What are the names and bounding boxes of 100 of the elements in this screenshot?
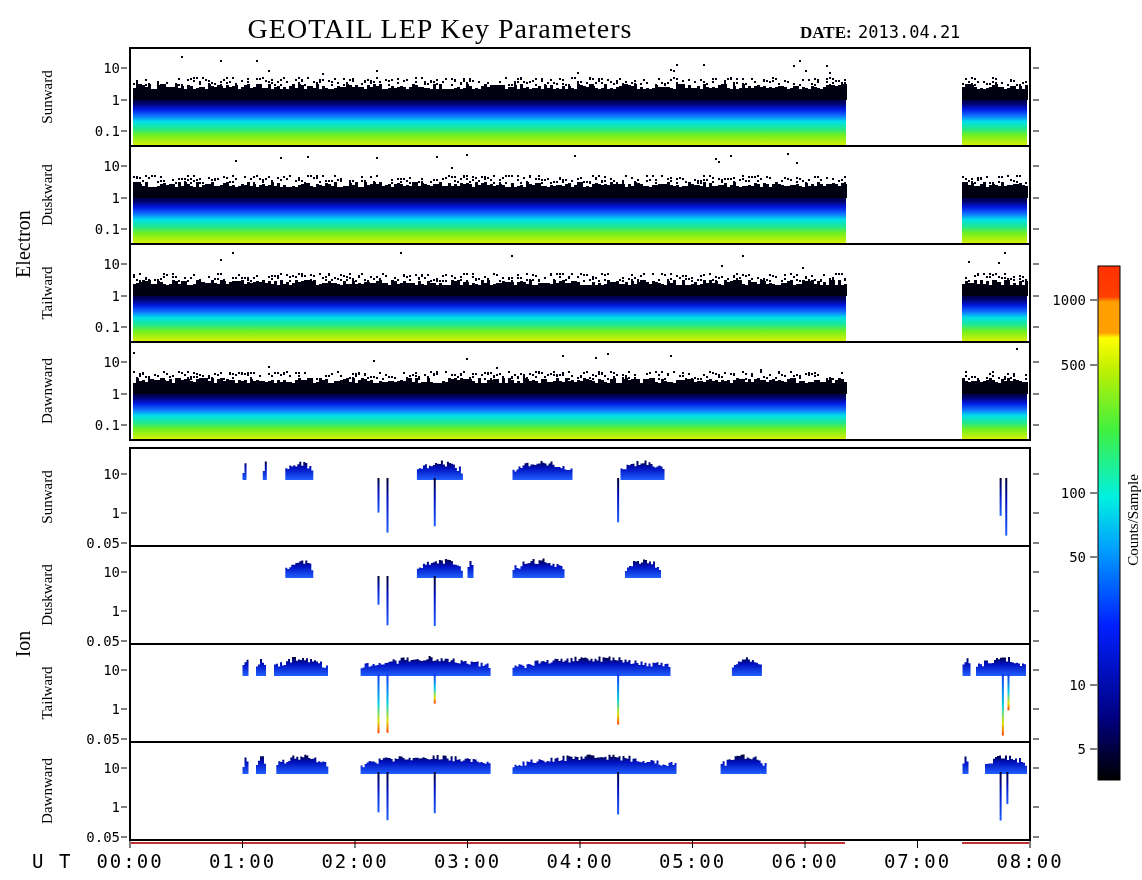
- tick-mark: [1032, 165, 1040, 167]
- axis-tick-label: 1: [111, 386, 120, 402]
- axis-tick-label: 0.1: [94, 221, 120, 237]
- axis-tick-label: 10: [103, 760, 120, 776]
- tick-mark: [120, 99, 128, 101]
- coverage-line: [961, 842, 1030, 844]
- axis-tick-label: 02:00: [321, 850, 389, 872]
- tick-mark: [120, 197, 128, 199]
- axis-tick-label: 1: [111, 603, 120, 619]
- tick-mark: [120, 542, 128, 544]
- tick-mark: [1032, 99, 1040, 101]
- colorbar-tick-label: 5: [1077, 741, 1086, 757]
- date-label: DATE:: [800, 23, 852, 42]
- panel-label: Sunward: [39, 470, 55, 524]
- colorbar-tick-label: 1000: [1052, 292, 1086, 308]
- axis-tick-label: 0.05: [86, 535, 120, 551]
- axis-tick-label: 01:00: [208, 850, 277, 872]
- axis-tick-label: 0.1: [94, 417, 120, 433]
- group-label: Ion: [12, 630, 34, 658]
- axis-tick-label: 1: [111, 190, 120, 206]
- tick-mark: [1032, 669, 1040, 671]
- axis-tick-label: 0.05: [86, 633, 120, 649]
- axis-tick-label: 0.1: [94, 123, 120, 139]
- axis-tick-label: 10: [103, 354, 120, 370]
- tick-mark: [120, 165, 128, 167]
- tick-mark: [120, 263, 128, 265]
- axis-tick-label: 00:00: [96, 850, 164, 872]
- tick-mark: [1032, 738, 1040, 740]
- tick-mark: [120, 326, 128, 328]
- axis-tick-label: 1: [111, 92, 120, 108]
- tick-mark: [1032, 610, 1040, 612]
- axis-tick-label: 10: [103, 158, 120, 174]
- tick-mark: [1089, 492, 1098, 494]
- axis-label: U T: [32, 850, 73, 872]
- tick-mark: [120, 424, 128, 426]
- axis-tick-label: 10: [103, 60, 120, 76]
- tick-mark: [1032, 806, 1040, 808]
- tick-mark: [120, 295, 128, 297]
- tick-mark: [1032, 512, 1040, 514]
- axis-tick-label: 10: [103, 564, 120, 580]
- axis-tick-label: 1: [111, 505, 120, 521]
- tick-mark: [1032, 473, 1040, 475]
- tick-mark: [120, 708, 128, 710]
- tick-mark: [467, 840, 468, 849]
- tick-mark: [1032, 295, 1040, 297]
- panel-label: Dawnward: [39, 758, 55, 824]
- tick-mark: [1032, 326, 1040, 328]
- tick-mark: [120, 806, 128, 808]
- axis-tick-label: 10: [103, 256, 120, 272]
- tick-mark: [120, 228, 128, 230]
- tick-mark: [120, 640, 128, 642]
- tick-mark: [120, 571, 128, 573]
- tick-mark: [120, 610, 128, 612]
- axis-tick-label: 04:00: [546, 850, 614, 872]
- axis-tick-label: 1: [111, 799, 120, 815]
- tick-mark: [1032, 228, 1040, 230]
- tick-mark: [242, 840, 243, 849]
- tick-mark: [1032, 361, 1040, 363]
- tick-mark: [1032, 708, 1040, 710]
- axis-tick-label: 1: [111, 288, 120, 304]
- tick-mark: [120, 393, 128, 395]
- axis-tick-label: 07:00: [883, 850, 952, 872]
- panel-label: Tailward: [39, 266, 55, 320]
- tick-mark: [120, 130, 128, 132]
- tick-mark: [1032, 640, 1040, 642]
- tick-mark: [1032, 571, 1040, 573]
- tick-mark: [1032, 424, 1040, 426]
- tick-mark: [120, 512, 128, 514]
- axis-tick-label: 1: [111, 701, 120, 717]
- tick-mark: [804, 840, 806, 849]
- tick-mark: [1089, 364, 1098, 366]
- tick-mark: [120, 767, 128, 769]
- axis-tick-label: 03:00: [433, 850, 502, 872]
- panel-label: Dawnward: [39, 358, 55, 424]
- axis-tick-label: 06:00: [771, 850, 839, 872]
- axis-tick-label: 10: [103, 662, 120, 678]
- axis-tick-label: 08:00: [996, 850, 1064, 872]
- date-value: 2013.04.21: [858, 22, 961, 42]
- group-label: Electron: [12, 210, 34, 278]
- tick-mark: [1089, 748, 1098, 750]
- axis-tick-label: 0.05: [86, 829, 120, 845]
- tick-mark: [579, 840, 581, 849]
- tick-mark: [354, 840, 356, 849]
- axis-tick-label: 10: [103, 466, 120, 482]
- plot-title: GEOTAIL LEP Key Parameters: [247, 13, 633, 44]
- tick-mark: [1032, 197, 1040, 199]
- tick-mark: [1032, 767, 1040, 769]
- tick-mark: [1089, 556, 1098, 558]
- tick-mark: [1089, 299, 1098, 301]
- tick-mark: [120, 67, 128, 69]
- colorbar-tick-label: 50: [1069, 549, 1086, 565]
- tick-mark: [917, 840, 918, 849]
- tick-mark: [692, 840, 693, 849]
- tick-mark: [120, 738, 128, 740]
- colorbar-label: Counts/Sample: [1125, 474, 1141, 566]
- tick-mark: [1032, 542, 1040, 544]
- axis-tick-label: 0.05: [86, 731, 120, 747]
- tick-mark: [120, 361, 128, 363]
- colorbar-tick-label: 10: [1069, 677, 1086, 693]
- tick-mark: [120, 473, 128, 475]
